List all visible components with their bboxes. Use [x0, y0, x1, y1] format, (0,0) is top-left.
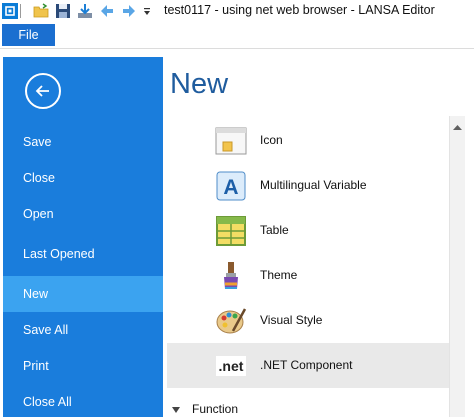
- list-item-theme[interactable]: Theme: [167, 253, 449, 298]
- title-bar: test0117 - using net web browser - LANSA…: [0, 0, 474, 22]
- vertical-scrollbar[interactable]: [449, 116, 465, 417]
- back-button[interactable]: [25, 73, 61, 109]
- title-separator: [20, 4, 21, 18]
- sidebar-item-new[interactable]: New: [3, 276, 163, 312]
- multilingual-letter: A: [223, 176, 238, 199]
- list-item-label: Theme: [260, 268, 298, 282]
- list-item-label: Table: [260, 223, 289, 237]
- multilingual-variable-icon: A: [215, 170, 247, 202]
- save-icon[interactable]: [55, 3, 71, 19]
- list-item-visual-style[interactable]: Visual Style: [167, 298, 449, 343]
- section-header-function[interactable]: Function: [172, 402, 238, 416]
- collapse-triangle-icon[interactable]: [172, 406, 180, 413]
- sidebar-item-close[interactable]: Close: [3, 160, 163, 196]
- backstage-top-strip: [0, 49, 474, 57]
- sidebar-item-last-opened[interactable]: Last Opened: [3, 236, 163, 272]
- open-folder-icon[interactable]: [33, 3, 49, 19]
- list-item-label: Icon: [260, 133, 283, 147]
- list-item-icon[interactable]: Icon: [167, 118, 449, 163]
- new-item-list: Icon A Multilingual Variable Table Theme…: [167, 116, 449, 417]
- ribbon-bar: [0, 22, 474, 49]
- table-icon: [215, 215, 247, 247]
- sidebar-item-save[interactable]: Save: [3, 124, 163, 160]
- back-arrow-icon[interactable]: [99, 3, 115, 19]
- list-item-table[interactable]: Table: [167, 208, 449, 253]
- customize-dropdown-icon[interactable]: [142, 3, 152, 19]
- page-title: New: [170, 68, 229, 100]
- dotnet-icon: .net: [215, 350, 247, 382]
- list-item-label: Multilingual Variable: [260, 178, 367, 192]
- sidebar-item-print[interactable]: Print: [3, 348, 163, 384]
- icon-file-icon: [215, 125, 247, 157]
- arrow-left-icon: [35, 85, 49, 97]
- sidebar-item-close-all[interactable]: Close All: [3, 384, 163, 420]
- sidebar-item-open[interactable]: Open: [3, 196, 163, 232]
- theme-brush-icon: [215, 260, 247, 292]
- section-header-label: Function: [192, 402, 239, 416]
- file-tab[interactable]: File: [2, 24, 55, 46]
- list-item-net-component[interactable]: .net .NET Component: [167, 343, 449, 388]
- forward-arrow-icon[interactable]: [121, 3, 137, 19]
- download-icon[interactable]: [77, 3, 93, 19]
- list-item-label: Visual Style: [260, 313, 323, 327]
- palette-icon: [215, 305, 247, 337]
- app-logo-icon[interactable]: [2, 3, 18, 19]
- list-item-label: .NET Component: [260, 358, 353, 372]
- list-item-multilingual-variable[interactable]: A Multilingual Variable: [167, 163, 449, 208]
- sidebar-item-save-all[interactable]: Save All: [3, 312, 163, 348]
- window-title: test0117 - using net web browser - LANSA…: [164, 3, 435, 17]
- dotnet-badge: .net: [219, 358, 244, 374]
- scroll-up-arrow-icon[interactable]: [452, 120, 463, 130]
